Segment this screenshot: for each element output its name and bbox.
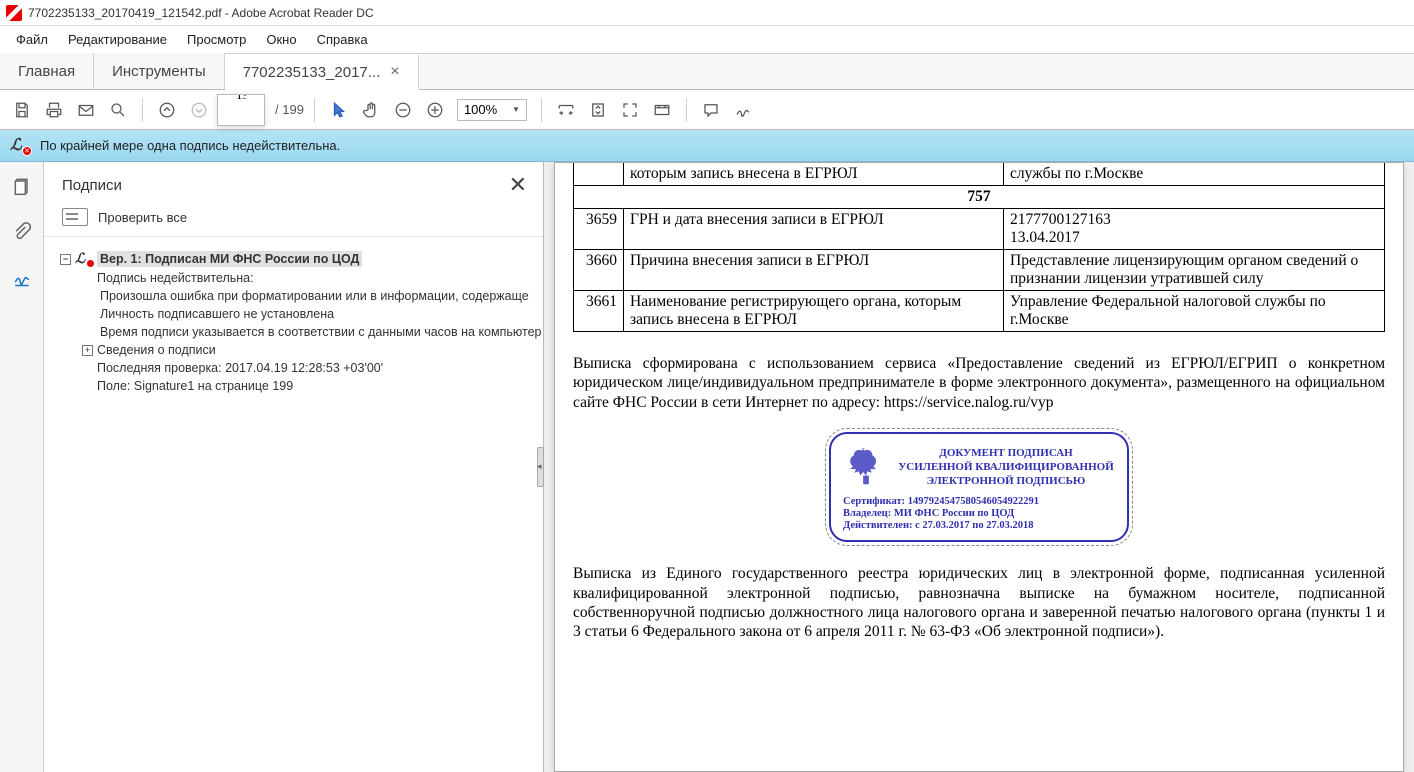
paragraph: Выписка сформирована с использованием се… (573, 354, 1385, 412)
search-button[interactable] (104, 96, 132, 124)
zoom-in-button[interactable] (421, 96, 449, 124)
tree-root-label: Вер. 1: Подписан МИ ФНС России по ЦОД (97, 251, 362, 267)
panel-title: Подписи (62, 177, 122, 194)
table-row: 3659ГРН и дата внесения записи в ЕГРЮЛ21… (574, 209, 1385, 250)
tab-label: Главная (18, 63, 75, 80)
page-input[interactable] (217, 94, 265, 126)
menu-help[interactable]: Справка (309, 28, 376, 51)
stamp-cert: Сертификат: 1497924547580546054922291 (843, 496, 1115, 507)
menubar: Файл Редактирование Просмотр Окно Справк… (0, 26, 1414, 54)
app-icon (6, 5, 22, 21)
tree-line: Произошла ошибка при форматировании или … (100, 287, 535, 305)
tab-label: Инструменты (112, 63, 206, 80)
print-button[interactable] (40, 96, 68, 124)
sign-button[interactable] (729, 96, 757, 124)
signature-bar: ℒ✕ По крайней мере одна подпись недейств… (0, 130, 1414, 162)
separator (541, 98, 542, 122)
select-tool[interactable] (325, 96, 353, 124)
panel-resize-grip[interactable] (537, 447, 544, 487)
menu-view[interactable]: Просмотр (179, 28, 254, 51)
separator (314, 98, 315, 122)
table-row: которым запись внесена в ЕГРЮЛ службы по… (574, 163, 1385, 186)
tree-invalid-label: Подпись недействительна: (97, 271, 254, 285)
paragraph: Выписка из Единого государственного реес… (573, 564, 1385, 642)
stamp-title: ДОКУМЕНТ ПОДПИСАН УСИЛЕННОЙ КВАЛИФИЦИРОВ… (897, 446, 1115, 489)
tree-invalid: Подпись недействительна: (82, 269, 535, 287)
tab-label: 7702235133_2017... (243, 64, 381, 81)
document-area[interactable]: которым запись внесена в ЕГРЮЛ службы по… (544, 162, 1414, 772)
collapse-icon[interactable]: − (60, 254, 71, 265)
verify-all-icon[interactable] (62, 208, 88, 226)
table-row: 3660Причина внесения записи в ЕГРЮЛПредс… (574, 250, 1385, 291)
page-total: / 199 (275, 102, 304, 117)
signature-stamp: ДОКУМЕНТ ПОДПИСАН УСИЛЕННОЙ КВАЛИФИЦИРОВ… (829, 432, 1129, 542)
close-icon[interactable]: × (390, 63, 399, 81)
tree-details[interactable]: + Сведения о подписи (82, 341, 535, 359)
stamp-valid: Действителен: с 27.03.2017 по 27.03.2018 (843, 520, 1115, 531)
menu-window[interactable]: Окно (258, 28, 304, 51)
left-rail (0, 162, 44, 772)
emblem-icon (843, 444, 889, 490)
expand-icon[interactable]: + (82, 345, 93, 356)
toolbar: / 199 100% ▼ (0, 90, 1414, 130)
signatures-button[interactable] (8, 264, 36, 292)
signature-invalid-icon: ℒ✕ (10, 138, 30, 154)
signature-bar-text: По крайней мере одна подпись недействите… (40, 138, 340, 153)
zoom-value: 100% (464, 102, 497, 117)
tree-line: Время подписи указывается в соответствии… (100, 323, 535, 341)
chevron-down-icon: ▼ (512, 105, 520, 114)
signature-stamp-wrap: ДОКУМЕНТ ПОДПИСАН УСИЛЕННОЙ КВАЛИФИЦИРОВ… (573, 432, 1385, 542)
close-icon[interactable]: ✕ (509, 172, 527, 198)
attachments-button[interactable] (8, 218, 36, 246)
tree-lastcheck: Последняя проверка: 2017.04.19 12:28:53 … (82, 359, 535, 377)
thumbnails-button[interactable] (8, 172, 36, 200)
window-title: 7702235133_20170419_121542.pdf - Adobe A… (28, 6, 374, 20)
tree-field: Поле: Signature1 на странице 199 (82, 377, 535, 395)
tree-root[interactable]: − ℒ Вер. 1: Подписан МИ ФНС России по ЦО… (60, 249, 535, 269)
section-number: 757 (574, 186, 1385, 209)
table-row: 3661Наименование регистрирующего органа,… (574, 291, 1385, 332)
stamp-owner: Владелец: МИ ФНС России по ЦОД (843, 508, 1115, 519)
email-button[interactable] (72, 96, 100, 124)
fit-width-button[interactable] (552, 96, 580, 124)
tab-home[interactable]: Главная (0, 53, 94, 89)
tab-document[interactable]: 7702235133_2017... × (225, 54, 419, 90)
titlebar: 7702235133_20170419_121542.pdf - Adobe A… (0, 0, 1414, 26)
zoom-out-button[interactable] (389, 96, 417, 124)
separator (686, 98, 687, 122)
signature-invalid-icon: ℒ (75, 252, 93, 266)
data-table: которым запись внесена в ЕГРЮЛ службы по… (573, 163, 1385, 332)
read-mode-button[interactable] (648, 96, 676, 124)
signature-tree: − ℒ Вер. 1: Подписан МИ ФНС России по ЦО… (44, 237, 543, 772)
pdf-page: которым запись внесена в ЕГРЮЛ службы по… (554, 162, 1404, 772)
menu-file[interactable]: Файл (8, 28, 56, 51)
save-button[interactable] (8, 96, 36, 124)
verify-all-link[interactable]: Проверить все (98, 210, 187, 225)
comment-button[interactable] (697, 96, 725, 124)
fullscreen-button[interactable] (616, 96, 644, 124)
separator (142, 98, 143, 122)
tab-tools[interactable]: Инструменты (94, 53, 225, 89)
page-up-button[interactable] (153, 96, 181, 124)
hand-tool[interactable] (357, 96, 385, 124)
fit-page-button[interactable] (584, 96, 612, 124)
tabbar: Главная Инструменты 7702235133_2017... × (0, 54, 1414, 90)
menu-edit[interactable]: Редактирование (60, 28, 175, 51)
tree-details-label: Сведения о подписи (97, 343, 216, 357)
workarea: Подписи ✕ Проверить все − ℒ Вер. 1: Подп… (0, 162, 1414, 772)
zoom-select[interactable]: 100% ▼ (457, 99, 527, 121)
signatures-panel: Подписи ✕ Проверить все − ℒ Вер. 1: Подп… (44, 162, 544, 772)
tree-line: Личность подписавшего не установлена (100, 305, 535, 323)
page-down-button[interactable] (185, 96, 213, 124)
